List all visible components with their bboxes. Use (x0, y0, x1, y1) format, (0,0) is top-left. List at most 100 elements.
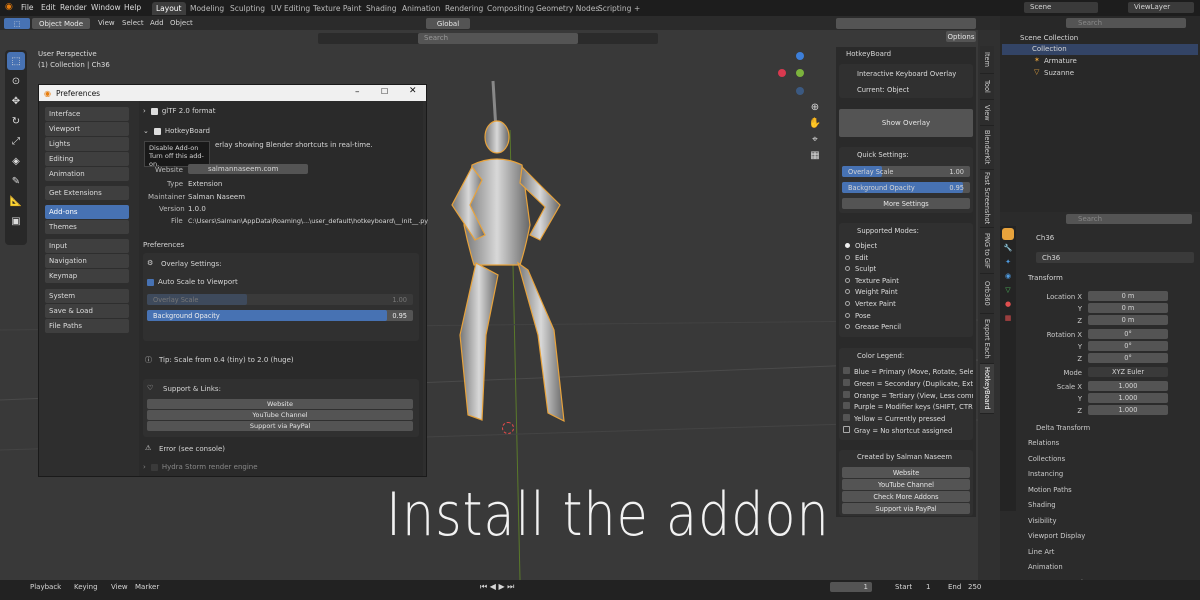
tab-view[interactable]: View (980, 100, 994, 126)
menu-marker[interactable]: Marker (135, 583, 159, 591)
category-navigation[interactable]: Navigation (45, 254, 129, 268)
category-animation[interactable]: Animation (45, 167, 129, 181)
tab-geometry-nodes[interactable]: Geometry Nodes (532, 2, 603, 15)
radio-icon[interactable] (845, 266, 850, 272)
scale-icon[interactable]: ⤢ (7, 132, 25, 150)
options-button[interactable]: Options (946, 31, 976, 42)
category-input[interactable]: Input (45, 239, 129, 253)
scale-x-field[interactable]: 1.000 (1088, 381, 1168, 391)
tab-png-to-gif[interactable]: PNG to GIF (980, 228, 994, 274)
modifier-icon[interactable]: 🔧 (1002, 242, 1014, 254)
radio-icon[interactable] (845, 300, 850, 306)
section-line-art[interactable]: Line Art (1028, 545, 1200, 559)
object-properties-icon[interactable] (1002, 228, 1014, 240)
menu-help[interactable]: Help (124, 3, 141, 12)
physics-icon[interactable]: ◉ (1002, 270, 1014, 282)
add-cube-icon[interactable]: ▣ (7, 212, 25, 230)
hk-bg-opacity-slider[interactable]: Background Opacity 0.95 (842, 182, 970, 193)
tab-layout[interactable]: Layout (152, 2, 186, 15)
outliner-suzanne[interactable]: Suzanne (1044, 69, 1074, 77)
addon-row-hydra[interactable]: › Hydra Storm render engine (143, 463, 258, 471)
playback-controls-icon[interactable]: ⏮ ◀ ▶ ⏭ (480, 582, 514, 592)
tab-rendering[interactable]: Rendering (441, 2, 487, 15)
category-editing[interactable]: Editing (45, 152, 129, 166)
overlay-scale-slider[interactable]: Overlay Scale 1.00 (147, 294, 413, 305)
character-model[interactable] (430, 75, 600, 440)
section-instancing[interactable]: Instancing (1028, 467, 1200, 481)
properties-search[interactable]: Search (1066, 214, 1192, 224)
menu-object[interactable]: Object (170, 19, 193, 27)
radio-icon[interactable] (845, 254, 850, 260)
outliner-armature[interactable]: Armature (1044, 57, 1077, 65)
expand-icon[interactable]: ⌄ (143, 127, 149, 135)
tab-shading[interactable]: Shading (362, 2, 400, 15)
select-mode-icon[interactable]: ⬚ (4, 18, 30, 29)
auto-scale-checkbox[interactable] (147, 278, 154, 286)
tab-animation[interactable]: Animation (398, 2, 444, 15)
tab-texture-paint[interactable]: Texture Paint (309, 2, 365, 15)
zoom-icon[interactable]: ⊕ (809, 101, 821, 113)
close-icon[interactable]: ✕ (409, 86, 417, 96)
category-viewport[interactable]: Viewport (45, 122, 129, 136)
tab-sculpting[interactable]: Sculpting (226, 2, 269, 15)
tab-item[interactable]: Item (980, 46, 994, 74)
rotation-mode-dropdown[interactable]: XYZ Euler (1088, 367, 1168, 377)
material-icon[interactable]: ● (1002, 298, 1014, 310)
section-shading[interactable]: Shading (1028, 498, 1200, 512)
category-themes[interactable]: Themes (45, 220, 129, 234)
maximize-icon[interactable]: ☐ (381, 87, 388, 96)
menu-playback[interactable]: Playback (30, 583, 61, 591)
addon-row-hotkeyboard[interactable]: ⌄ HotkeyBoard (143, 124, 419, 138)
radio-icon[interactable] (845, 289, 850, 295)
location-y-field[interactable]: 0 m (1088, 303, 1168, 313)
section-visibility[interactable]: Visibility (1028, 514, 1200, 528)
rotate-icon[interactable]: ↻ (7, 112, 25, 130)
tab-modeling[interactable]: Modeling (186, 2, 228, 15)
addon-row-gltf[interactable]: › glTF 2.0 format (143, 104, 419, 118)
annotate-icon[interactable]: ✎ (7, 172, 25, 190)
tab-tool[interactable]: Tool (980, 74, 994, 100)
menu-file[interactable]: File (21, 3, 34, 12)
expand-icon[interactable]: › (143, 463, 146, 471)
mode-dropdown[interactable]: Object Mode (32, 18, 90, 29)
scale-y-field[interactable]: 1.000 (1088, 393, 1168, 403)
background-opacity-slider[interactable]: Background Opacity 0.95 (147, 310, 413, 321)
category-file-paths[interactable]: File Paths (45, 319, 129, 333)
radio-icon[interactable] (845, 312, 850, 318)
hydra-checkbox[interactable] (150, 463, 158, 471)
menu-edit[interactable]: Edit (41, 3, 56, 12)
gltf-checkbox[interactable] (150, 107, 158, 115)
measure-icon[interactable]: 📐 (7, 192, 25, 210)
pan-hand-icon[interactable]: ✋ (809, 117, 821, 129)
transform-icon[interactable]: ◈ (7, 152, 25, 170)
menu-render[interactable]: Render (60, 3, 87, 12)
category-save-load[interactable]: Save & Load (45, 304, 129, 318)
shading-buttons[interactable] (836, 18, 976, 29)
tab-fast-screenshot[interactable]: Fast Screenshot (980, 170, 994, 228)
website-link[interactable]: salmannaseem.com (188, 164, 308, 174)
scale-z-field[interactable]: 1.000 (1088, 405, 1168, 415)
hk-paypal-button[interactable]: Support via PayPal (842, 503, 970, 514)
category-interface[interactable]: Interface (45, 107, 129, 121)
show-overlay-button[interactable]: Show Overlay (839, 109, 973, 137)
tab-hotkeyboard[interactable]: HotkeyBoard (980, 364, 994, 414)
add-workspace-button[interactable]: + (630, 2, 644, 15)
radio-icon[interactable] (845, 243, 850, 248)
tab-compositing[interactable]: Compositing (483, 2, 538, 15)
particles-icon[interactable]: ✦ (1002, 256, 1014, 268)
auto-scale-toggle[interactable]: Auto Scale to Viewport (147, 278, 238, 286)
location-z-field[interactable]: 0 m (1088, 315, 1168, 325)
paypal-button[interactable]: Support via PayPal (147, 421, 413, 431)
tab-uv-editing[interactable]: UV Editing (267, 2, 314, 15)
outliner-search[interactable]: Search (1066, 18, 1186, 28)
hk-addons-button[interactable]: Check More Addons (842, 491, 970, 502)
menu-keying[interactable]: Keying (74, 583, 98, 591)
category-lights[interactable]: Lights (45, 137, 129, 151)
menu-select[interactable]: Select (122, 19, 144, 27)
expand-icon[interactable]: › (143, 107, 146, 115)
move-icon[interactable]: ✥ (7, 92, 25, 110)
category-keymap[interactable]: Keymap (45, 269, 129, 283)
object-name-field[interactable]: Ch36 (1036, 252, 1194, 263)
radio-icon[interactable] (845, 277, 850, 283)
rotation-z-field[interactable]: 0° (1088, 353, 1168, 363)
